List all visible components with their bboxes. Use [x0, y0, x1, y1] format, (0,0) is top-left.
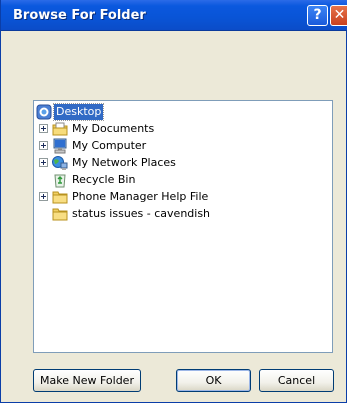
folder-icon: [52, 191, 68, 204]
tree-item-status-issues-cavendish[interactable]: status issues - cavendish: [36, 206, 326, 222]
my-computer-icon: [53, 138, 67, 154]
tree-item-label: Desktop: [52, 103, 105, 121]
desktop-icon: [36, 104, 52, 120]
tree-item-phone-manager-help-file[interactable]: Phone Manager Help File: [36, 189, 326, 205]
network-places-icon: [52, 156, 68, 170]
expand-icon[interactable]: [39, 192, 48, 201]
tree-item-label: My Computer: [72, 139, 147, 152]
title-bar[interactable]: Browse For Folder ? ✕: [1, 0, 347, 31]
tree-item-label: status issues - cavendish: [72, 207, 211, 220]
expand-icon[interactable]: [39, 158, 48, 167]
tree-item-desktop[interactable]: Desktop: [36, 103, 326, 121]
cancel-button[interactable]: Cancel: [259, 369, 334, 392]
ok-button[interactable]: OK: [176, 369, 251, 392]
tree-item-my-network-places[interactable]: My Network Places: [36, 155, 326, 171]
tree-item-my-computer[interactable]: My Computer: [36, 138, 326, 154]
tree-item-label: My Network Places: [72, 156, 176, 169]
recycle-bin-icon: [54, 174, 66, 188]
tree-item-label: Phone Manager Help File: [72, 190, 209, 203]
my-documents-icon: [52, 122, 68, 136]
tree-item-label: Recycle Bin: [72, 173, 136, 186]
folder-tree[interactable]: Desktop My Documents My Computer My Netw…: [33, 100, 333, 353]
tree-item-recycle-bin[interactable]: Recycle Bin: [36, 172, 326, 188]
close-button[interactable]: ✕: [330, 5, 347, 26]
help-button[interactable]: ?: [307, 5, 328, 26]
tree-item-label: My Documents: [72, 122, 155, 135]
folder-icon: [52, 208, 68, 221]
make-new-folder-button[interactable]: Make New Folder: [33, 369, 141, 392]
expand-icon[interactable]: [39, 124, 48, 133]
instructions-text: [33, 44, 333, 84]
tree-item-my-documents[interactable]: My Documents: [36, 121, 326, 137]
dialog-title: Browse For Folder: [13, 8, 146, 23]
browse-for-folder-dialog: Browse For Folder ? ✕ Desktop My Documen…: [0, 0, 347, 403]
expand-icon[interactable]: [39, 141, 48, 150]
